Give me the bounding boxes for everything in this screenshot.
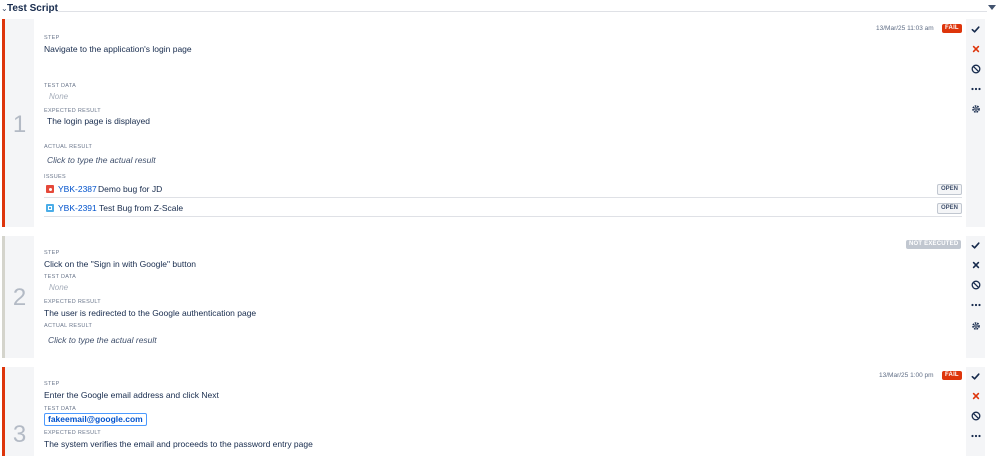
test-step-1: 1 13/Mar/25 11:03 am FAIL STEP Navigate … <box>2 19 985 227</box>
issue-summary: Demo bug for JD <box>98 184 163 194</box>
step-body: 13/Mar/25 1:00 pm FAIL STEP Enter the Go… <box>34 367 966 456</box>
step-text[interactable]: Click on the "Sign in with Google" butto… <box>44 259 196 269</box>
status-badge: FAIL <box>942 371 962 380</box>
section-header[interactable]: ⌄ Test Script <box>0 0 999 18</box>
execution-timestamp: 13/Mar/25 11:03 am <box>876 25 934 32</box>
pass-button[interactable] <box>966 22 985 36</box>
more-button[interactable] <box>966 82 985 96</box>
test-data-label: TEST DATA <box>44 274 77 280</box>
expected-result-label: EXPECTED RESULT <box>44 108 101 114</box>
more-icon <box>970 303 981 307</box>
blocked-icon <box>971 64 980 74</box>
expected-result-text[interactable]: The system verifies the email and procee… <box>44 439 313 449</box>
more-icon <box>970 434 981 438</box>
step-text[interactable]: Enter the Google email address and click… <box>44 390 219 400</box>
test-data-value[interactable]: fakeemail@google.com <box>44 413 147 426</box>
step-number: 1 <box>12 111 27 138</box>
cross-icon <box>972 392 979 400</box>
status-badge: NOT EXECUTED <box>906 240 962 249</box>
blocked-icon <box>971 411 980 421</box>
test-data-value[interactable]: None <box>49 92 68 101</box>
step-text[interactable]: Navigate to the application's login page <box>44 44 192 54</box>
pass-button[interactable] <box>966 369 985 383</box>
check-icon <box>971 241 980 249</box>
task-icon <box>46 204 54 212</box>
expected-result-label: EXPECTED RESULT <box>44 299 101 305</box>
fail-button[interactable] <box>966 258 985 272</box>
pass-button[interactable] <box>966 238 985 252</box>
issue-key-link[interactable]: YBK-2391 <box>58 203 97 213</box>
execution-timestamp: 13/Mar/25 1:00 pm <box>879 372 934 379</box>
section-menu-chevron-icon[interactable] <box>988 5 996 10</box>
more-button[interactable] <box>966 298 985 312</box>
step-number-column: 1 <box>5 19 34 227</box>
issue-key-link[interactable]: YBK-2387 <box>58 184 97 194</box>
issue-row[interactable]: YBK-2391 Test Bug from Z-Scale OPEN <box>44 200 962 217</box>
fail-button[interactable] <box>966 42 985 56</box>
step-actions <box>966 367 985 456</box>
step-label: STEP <box>44 381 60 387</box>
test-data-value[interactable]: None <box>49 283 68 292</box>
gear-icon <box>971 105 980 113</box>
step-number: 2 <box>12 284 27 311</box>
test-step-2: 2 NOT EXECUTED STEP Click on the "Sign i… <box>2 236 985 358</box>
gear-icon <box>971 322 980 330</box>
step-body: 13/Mar/25 11:03 am FAIL STEP Navigate to… <box>34 19 966 227</box>
issue-summary: Test Bug from Z-Scale <box>99 203 184 213</box>
actual-result-label: ACTUAL RESULT <box>44 144 93 150</box>
blocked-icon <box>971 280 980 290</box>
expected-result-label: EXPECTED RESULT <box>44 430 101 436</box>
test-step-3: 3 13/Mar/25 1:00 pm FAIL STEP Enter the … <box>2 367 985 456</box>
settings-button[interactable] <box>966 319 985 333</box>
cross-icon <box>972 261 979 269</box>
issues-label: ISSUES <box>44 174 66 180</box>
fail-button[interactable] <box>966 389 985 403</box>
section-title: Test Script <box>7 3 58 14</box>
section-divider <box>56 11 987 12</box>
step-label: STEP <box>44 35 60 41</box>
test-data-label: TEST DATA <box>44 83 77 89</box>
cross-icon <box>972 45 979 53</box>
expected-result-text[interactable]: The user is redirected to the Google aut… <box>44 308 256 318</box>
test-data-label: TEST DATA <box>44 406 77 412</box>
issue-row[interactable]: YBK-2387 Demo bug for JD OPEN <box>44 181 962 198</box>
check-icon <box>971 25 980 33</box>
expected-result-text[interactable]: The login page is displayed <box>47 116 150 126</box>
check-icon <box>971 372 980 380</box>
step-number: 3 <box>12 421 27 448</box>
block-button[interactable] <box>966 278 985 292</box>
step-body: NOT EXECUTED STEP Click on the "Sign in … <box>34 236 966 358</box>
step-number-column: 2 <box>5 236 34 358</box>
status-badge: FAIL <box>942 24 962 33</box>
settings-button[interactable] <box>966 102 985 116</box>
actual-result-label: ACTUAL RESULT <box>44 323 93 329</box>
step-actions <box>966 236 985 358</box>
block-button[interactable] <box>966 409 985 423</box>
step-number-column: 3 <box>5 367 34 456</box>
issue-status-badge: OPEN <box>936 184 962 195</box>
actual-result-input[interactable]: Click to type the actual result <box>47 155 156 165</box>
more-icon <box>970 87 981 91</box>
bug-icon <box>46 185 54 193</box>
more-button[interactable] <box>966 429 985 443</box>
issue-status-badge: OPEN <box>936 203 962 214</box>
actual-result-input[interactable]: Click to type the actual result <box>48 335 157 345</box>
step-label: STEP <box>44 250 60 256</box>
block-button[interactable] <box>966 62 985 76</box>
step-actions <box>966 19 985 227</box>
